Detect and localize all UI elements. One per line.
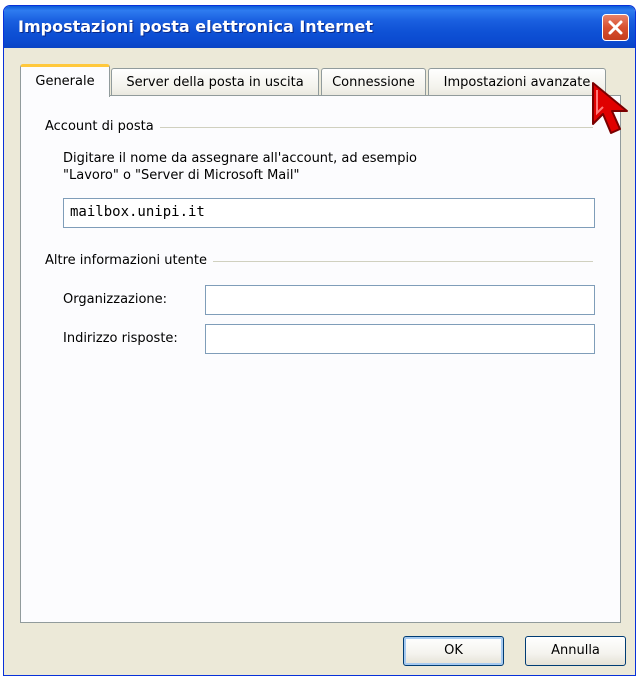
tab-panel-generale: Account di posta Digitare il nome da ass… [20, 95, 621, 623]
account-description-line2: "Lavoro" o "Server di Microsoft Mail" [63, 168, 300, 183]
close-button[interactable] [602, 14, 629, 41]
tab-server-posta-uscita[interactable]: Server della posta in uscita [111, 68, 319, 96]
mouse-pointer-icon [592, 82, 628, 134]
ok-button[interactable]: OK [403, 636, 504, 666]
window-title: Impostazioni posta elettronica Internet [18, 17, 373, 36]
account-name-field[interactable]: mailbox.unipi.it [63, 198, 595, 228]
dialog-window: Impostazioni posta elettronica Internet … [3, 5, 636, 676]
title-bar[interactable]: Impostazioni posta elettronica Internet [4, 6, 635, 48]
organization-field[interactable] [205, 285, 595, 315]
cancel-button[interactable]: Annulla [525, 636, 626, 666]
organization-label: Organizzazione: [63, 292, 168, 307]
tab-generale[interactable]: Generale [20, 64, 110, 97]
user-info-group-label: Altre informazioni utente [45, 253, 213, 268]
close-icon [608, 20, 623, 35]
account-group-label: Account di posta [45, 119, 160, 134]
tab-strip: Generale Server della posta in uscita Co… [20, 64, 619, 97]
reply-address-label: Indirizzo risposte: [63, 331, 178, 346]
tab-impostazioni-avanzate[interactable]: Impostazioni avanzate [428, 68, 606, 96]
tab-connessione[interactable]: Connessione [321, 68, 426, 96]
account-description-line1: Digitare il nome da assegnare all'accoun… [63, 151, 418, 166]
reply-address-field[interactable] [205, 324, 595, 354]
